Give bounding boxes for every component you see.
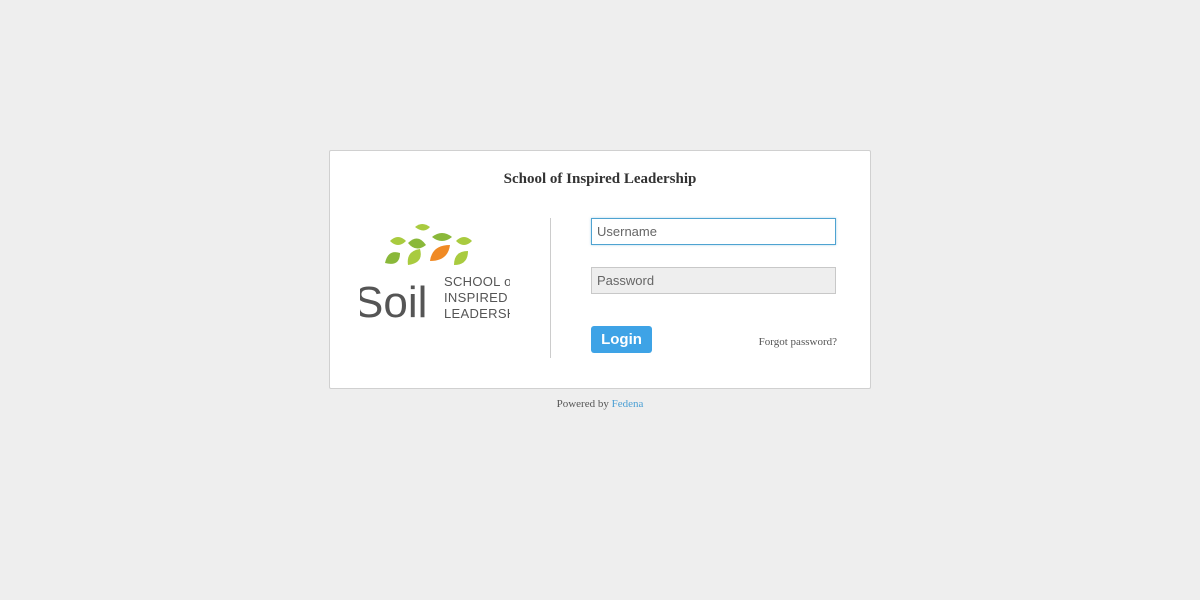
logo-line-1: SCHOOL of	[444, 274, 510, 289]
fedena-link[interactable]: Fedena	[612, 398, 644, 410]
logo-line-2: INSPIRED	[444, 290, 508, 305]
forgot-password-link[interactable]: Forgot password?	[759, 336, 837, 348]
powered-by-text: Powered by	[556, 398, 609, 410]
footer: Powered by Fedena	[0, 398, 1200, 410]
school-logo: Soil SCHOOL of INSPIRED LEADERSHIP	[360, 219, 510, 323]
vertical-divider	[550, 218, 551, 358]
login-button[interactable]: Login	[591, 326, 652, 353]
password-input[interactable]	[591, 267, 836, 294]
username-input[interactable]	[591, 218, 836, 245]
logo-line-3: LEADERSHIP	[444, 306, 510, 321]
logo-wordmark: Soil	[360, 278, 427, 323]
school-title: School of Inspired Leadership	[503, 171, 697, 187]
soil-logo-graphic: Soil SCHOOL of INSPIRED LEADERSHIP	[360, 224, 510, 323]
login-card: School of Inspired Leadership Soil SCHOO…	[329, 150, 871, 389]
